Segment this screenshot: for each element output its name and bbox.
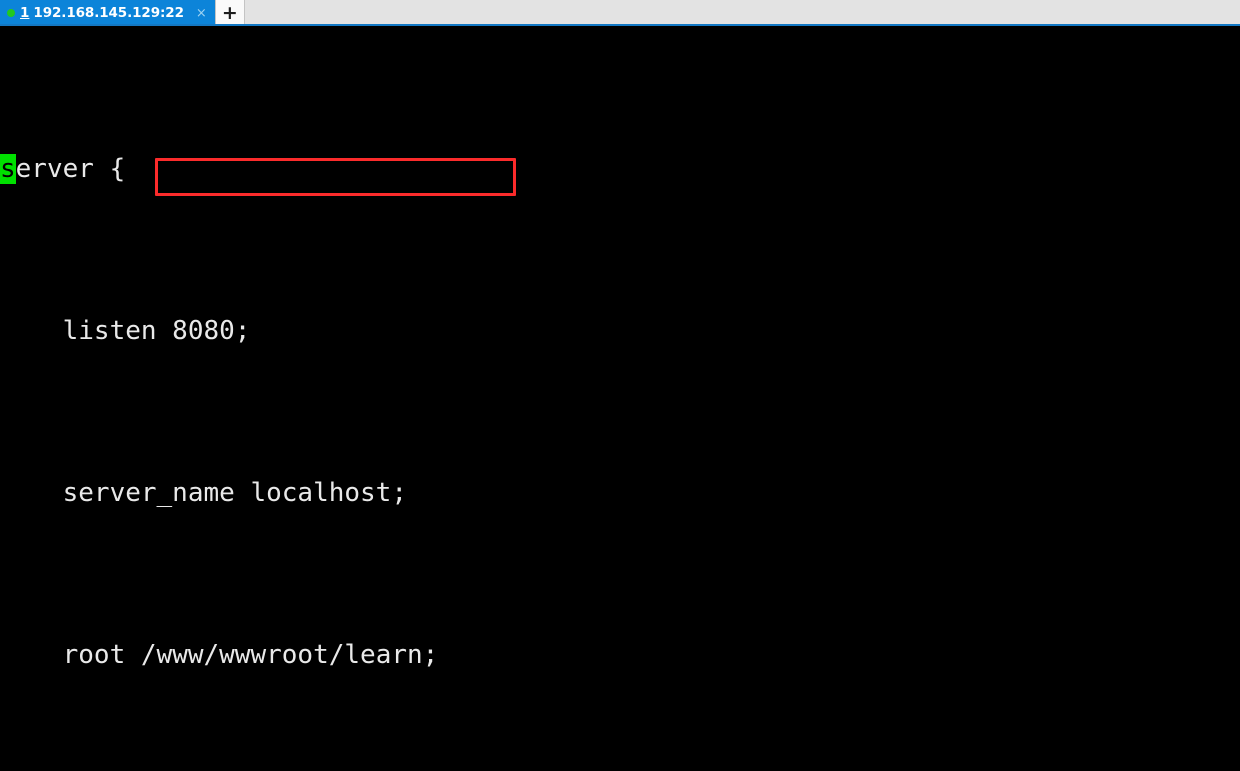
terminal-line-root: root /www/wwwroot/learn; [0,635,1240,676]
terminal-pane[interactable]: server { listen 8080; server_name localh… [0,26,1240,771]
tab-bar-empty-area [244,0,1240,24]
connection-status-icon [7,9,15,17]
terminal-line-text: root [0,639,141,670]
terminal-line-text: erver { [15,153,126,184]
terminal-line: server_name localhost; [0,473,1240,514]
close-icon[interactable]: × [196,7,207,20]
terminal-screen: server { listen 8080; server_name localh… [0,26,1240,771]
terminal-line: listen 8080; [0,311,1240,352]
tab-bar: 1 192.168.145.129:22 × + [0,0,1240,26]
terminal-cursor: s [0,153,16,184]
new-tab-button[interactable]: + [214,0,245,24]
tab-index-label: 1 [20,5,30,21]
root-path-value: /www/wwwroot/learn; [140,639,439,670]
tab-title-label: 192.168.145.129:22 [33,5,184,21]
terminal-tab-1[interactable]: 1 192.168.145.129:22 × [0,0,215,24]
terminal-line-text: listen 8080; [0,315,251,346]
terminal-line-text: server_name localhost; [0,477,407,508]
terminal-line: server { [0,149,1240,190]
